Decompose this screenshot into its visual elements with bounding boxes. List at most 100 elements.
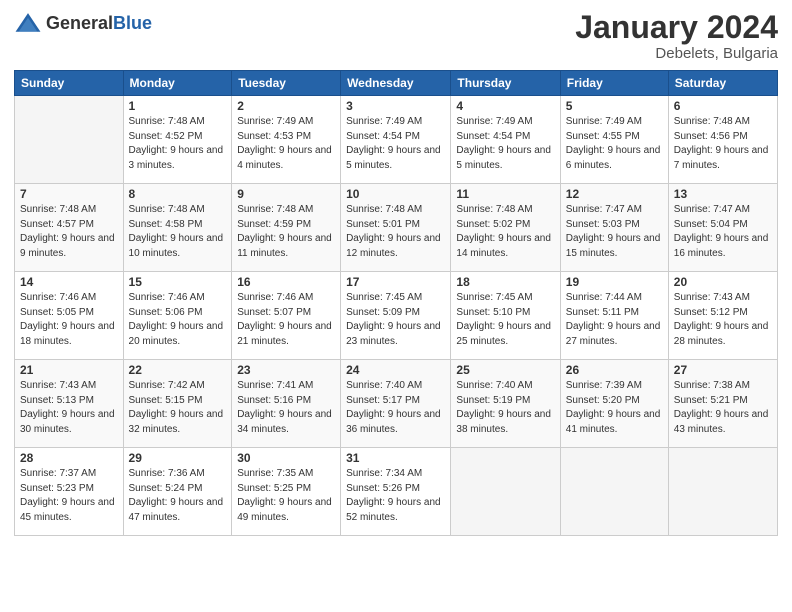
col-friday: Friday	[560, 71, 668, 96]
day-info: Sunrise: 7:38 AM Sunset: 5:21 PM Dayligh…	[674, 379, 772, 437]
calendar-week-row: 14 Sunrise: 7:46 AM Sunset: 5:05 PM Dayli…	[15, 272, 778, 360]
calendar-cell: 16Sunrise: 7:46 AM Sunset: 5:07 PM Dayli…	[232, 272, 341, 360]
day-info: Sunrise: 7:48 AM Sunset: 5:02 PM Dayligh…	[456, 203, 554, 261]
day-number: 21	[20, 363, 118, 377]
day-info: Sunrise: 7:42 AM Sunset: 5:15 PM Dayligh…	[129, 379, 227, 437]
calendar-table: Sunday Monday Tuesday Wednesday Thursday…	[14, 70, 778, 536]
calendar-cell: 28 Sunrise: 7:37 AM Sunset: 5:23 PM Dayli…	[15, 448, 124, 536]
calendar-cell: 17 Sunrise: 7:45 AM Sunset: 5:09 PM Dayli…	[341, 272, 451, 360]
day-number: 27	[674, 363, 772, 377]
day-info: Sunrise: 7:34 AM Sunset: 5:26 PM Dayligh…	[346, 467, 445, 525]
day-info: Sunrise: 7:41 AM Sunset: 5:16 PM Dayligh…	[237, 379, 335, 437]
calendar-week-row: 21 Sunrise: 7:43 AM Sunset: 5:13 PM Dayli…	[15, 360, 778, 448]
calendar-cell: 2 Sunrise: 7:49 AM Sunset: 4:53 PM Daylig…	[232, 96, 341, 184]
calendar-cell: 12 Sunrise: 7:47 AM Sunset: 5:03 PM Dayli…	[560, 184, 668, 272]
calendar-cell: 22 Sunrise: 7:42 AM Sunset: 5:15 PM Dayli…	[123, 360, 232, 448]
header: GeneralBlue January 2024 Debelets, Bulga…	[14, 10, 778, 62]
day-info: Sunrise: 7:48 AM Sunset: 4:56 PM Dayligh…	[674, 115, 772, 173]
day-number: 29	[129, 451, 227, 465]
calendar-cell: 29 Sunrise: 7:36 AM Sunset: 5:24 PM Dayli…	[123, 448, 232, 536]
calendar-cell: 31 Sunrise: 7:34 AM Sunset: 5:26 PM Dayli…	[341, 448, 451, 536]
day-number: 17	[346, 275, 445, 289]
logo: GeneralBlue	[14, 10, 152, 38]
day-info: Sunrise: 7:39 AM Sunset: 5:20 PM Dayligh…	[566, 379, 663, 437]
day-number: 22	[129, 363, 227, 377]
day-info: Sunrise: 7:48 AM Sunset: 4:59 PM Dayligh…	[237, 203, 335, 261]
col-thursday: Thursday	[451, 71, 560, 96]
day-number: 30	[237, 451, 335, 465]
day-info: Sunrise: 7:46 AM Sunset: 5:05 PM Dayligh…	[20, 291, 118, 349]
calendar-week-row: 7 Sunrise: 7:48 AM Sunset: 4:57 PM Daylig…	[15, 184, 778, 272]
day-number: 1	[129, 99, 227, 113]
day-number: 2	[237, 99, 335, 113]
day-number: 10	[346, 187, 445, 201]
calendar-cell: 14 Sunrise: 7:46 AM Sunset: 5:05 PM Dayli…	[15, 272, 124, 360]
day-number: 12	[566, 187, 663, 201]
day-info: Sunrise: 7:47 AM Sunset: 5:03 PM Dayligh…	[566, 203, 663, 261]
calendar-week-row: 1 Sunrise: 7:48 AM Sunset: 4:52 PM Daylig…	[15, 96, 778, 184]
calendar-cell: 21 Sunrise: 7:43 AM Sunset: 5:13 PM Dayli…	[15, 360, 124, 448]
calendar-cell	[451, 448, 560, 536]
day-info: Sunrise: 7:48 AM Sunset: 4:58 PM Dayligh…	[129, 203, 227, 261]
title-block: January 2024 Debelets, Bulgaria	[575, 10, 778, 62]
location: Debelets, Bulgaria	[575, 45, 778, 62]
day-info: Sunrise: 7:49 AM Sunset: 4:53 PM Dayligh…	[237, 115, 335, 173]
calendar-header-row: Sunday Monday Tuesday Wednesday Thursday…	[15, 71, 778, 96]
day-number: 16	[237, 275, 335, 289]
day-number: 8	[129, 187, 227, 201]
day-info: Sunrise: 7:40 AM Sunset: 5:19 PM Dayligh…	[456, 379, 554, 437]
main-container: GeneralBlue January 2024 Debelets, Bulga…	[0, 0, 792, 612]
calendar-cell: 10 Sunrise: 7:48 AM Sunset: 5:01 PM Dayli…	[341, 184, 451, 272]
calendar-cell: 4Sunrise: 7:49 AM Sunset: 4:54 PM Daylig…	[451, 96, 560, 184]
day-number: 6	[674, 99, 772, 113]
day-number: 7	[20, 187, 118, 201]
day-info: Sunrise: 7:36 AM Sunset: 5:24 PM Dayligh…	[129, 467, 227, 525]
day-info: Sunrise: 7:43 AM Sunset: 5:12 PM Dayligh…	[674, 291, 772, 349]
day-info: Sunrise: 7:37 AM Sunset: 5:23 PM Dayligh…	[20, 467, 118, 525]
day-info: Sunrise: 7:48 AM Sunset: 4:57 PM Dayligh…	[20, 203, 118, 261]
day-number: 14	[20, 275, 118, 289]
calendar-cell: 24 Sunrise: 7:40 AM Sunset: 5:17 PM Dayli…	[341, 360, 451, 448]
day-number: 19	[566, 275, 663, 289]
col-sunday: Sunday	[15, 71, 124, 96]
month-year: January 2024	[575, 10, 778, 45]
calendar-cell: 6 Sunrise: 7:48 AM Sunset: 4:56 PM Daylig…	[668, 96, 777, 184]
calendar-cell: 30Sunrise: 7:35 AM Sunset: 5:25 PM Dayli…	[232, 448, 341, 536]
day-number: 25	[456, 363, 554, 377]
day-info: Sunrise: 7:49 AM Sunset: 4:55 PM Dayligh…	[566, 115, 663, 173]
day-number: 28	[20, 451, 118, 465]
calendar-cell: 19 Sunrise: 7:44 AM Sunset: 5:11 PM Dayli…	[560, 272, 668, 360]
calendar-cell: 27 Sunrise: 7:38 AM Sunset: 5:21 PM Dayli…	[668, 360, 777, 448]
day-number: 13	[674, 187, 772, 201]
day-info: Sunrise: 7:45 AM Sunset: 5:09 PM Dayligh…	[346, 291, 445, 349]
col-tuesday: Tuesday	[232, 71, 341, 96]
calendar-cell: 5 Sunrise: 7:49 AM Sunset: 4:55 PM Daylig…	[560, 96, 668, 184]
calendar-cell	[560, 448, 668, 536]
calendar-cell: 26Sunrise: 7:39 AM Sunset: 5:20 PM Dayli…	[560, 360, 668, 448]
col-monday: Monday	[123, 71, 232, 96]
calendar-cell: 8 Sunrise: 7:48 AM Sunset: 4:58 PM Daylig…	[123, 184, 232, 272]
day-info: Sunrise: 7:48 AM Sunset: 5:01 PM Dayligh…	[346, 203, 445, 261]
day-number: 31	[346, 451, 445, 465]
day-number: 5	[566, 99, 663, 113]
day-number: 23	[237, 363, 335, 377]
day-number: 18	[456, 275, 554, 289]
calendar-cell	[668, 448, 777, 536]
day-info: Sunrise: 7:44 AM Sunset: 5:11 PM Dayligh…	[566, 291, 663, 349]
col-wednesday: Wednesday	[341, 71, 451, 96]
calendar-cell: 23 Sunrise: 7:41 AM Sunset: 5:16 PM Dayli…	[232, 360, 341, 448]
day-number: 24	[346, 363, 445, 377]
day-info: Sunrise: 7:46 AM Sunset: 5:06 PM Dayligh…	[129, 291, 227, 349]
col-saturday: Saturday	[668, 71, 777, 96]
calendar-cell: 1 Sunrise: 7:48 AM Sunset: 4:52 PM Daylig…	[123, 96, 232, 184]
calendar-cell: 13Sunrise: 7:47 AM Sunset: 5:04 PM Dayli…	[668, 184, 777, 272]
day-info: Sunrise: 7:40 AM Sunset: 5:17 PM Dayligh…	[346, 379, 445, 437]
calendar-cell: 18Sunrise: 7:45 AM Sunset: 5:10 PM Dayli…	[451, 272, 560, 360]
day-info: Sunrise: 7:48 AM Sunset: 4:52 PM Dayligh…	[129, 115, 227, 173]
day-number: 15	[129, 275, 227, 289]
calendar-cell	[15, 96, 124, 184]
calendar-cell: 3Sunrise: 7:49 AM Sunset: 4:54 PM Daylig…	[341, 96, 451, 184]
day-info: Sunrise: 7:49 AM Sunset: 4:54 PM Dayligh…	[346, 115, 445, 173]
calendar-cell: 7 Sunrise: 7:48 AM Sunset: 4:57 PM Daylig…	[15, 184, 124, 272]
day-info: Sunrise: 7:43 AM Sunset: 5:13 PM Dayligh…	[20, 379, 118, 437]
